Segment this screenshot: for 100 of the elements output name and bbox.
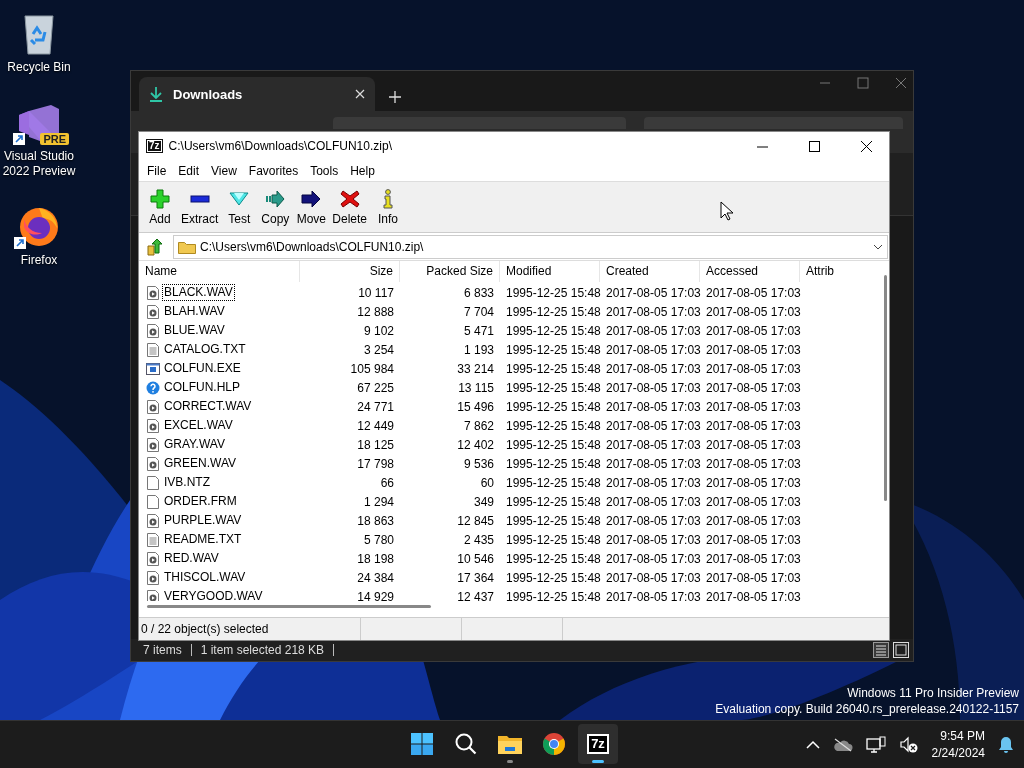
table-cell-text: 2017-08-05 17:03: [605, 399, 700, 414]
column-header[interactable]: Name: [139, 261, 300, 282]
table-cell-text: 2017-08-05 17:03: [605, 285, 700, 300]
volume-button[interactable]: [898, 735, 919, 754]
file-name[interactable]: EXCEL.WAV: [163, 418, 234, 433]
program-window-icon: [146, 361, 160, 376]
text-file-icon: [146, 342, 160, 357]
table-cell-text: 1995-12-25 15:48: [505, 399, 600, 414]
file-name[interactable]: CATALOG.TXT: [163, 342, 247, 357]
file-name[interactable]: README.TXT: [163, 532, 243, 547]
help-icon: [146, 380, 160, 395]
app-logo: 7z: [146, 139, 163, 153]
desktop-icon-label[interactable]: Visual Studio 2022 Preview: [1, 149, 77, 179]
file-name[interactable]: GREEN.WAV: [163, 456, 237, 471]
menu-item[interactable]: Help: [344, 163, 381, 178]
audio-file-icon: [146, 437, 160, 452]
file-name[interactable]: PURPLE.WAV: [163, 513, 243, 528]
clock-button[interactable]: 9:54 PM 2/24/2024: [931, 727, 985, 762]
file-name[interactable]: THISCOL.WAV: [163, 570, 247, 585]
info-button[interactable]: Info: [370, 188, 407, 226]
table-cell-text: 6 833: [462, 285, 495, 300]
file-name[interactable]: GRAY.WAV: [163, 437, 226, 452]
file-name[interactable]: BLACK.WAV: [163, 285, 234, 300]
menu-item[interactable]: View: [205, 163, 243, 178]
status-text: 1 item selected 218 KB: [200, 644, 335, 656]
table-cell-text: 18 198: [356, 551, 395, 566]
file-icon: [146, 494, 160, 509]
scrollbar-thumb[interactable]: [147, 605, 431, 608]
audio-file-icon: [146, 323, 160, 338]
audio-file-icon: [146, 285, 160, 300]
file-name[interactable]: BLUE.WAV: [163, 323, 226, 338]
menu-item[interactable]: Tools: [304, 163, 345, 178]
table-cell-text: 2017-08-05 17:03: [705, 456, 800, 471]
new-tab-button[interactable]: [389, 91, 401, 103]
table-cell-text: 1995-12-25 15:48: [505, 532, 600, 547]
add-button[interactable]: Add: [142, 188, 178, 226]
extract-button[interactable]: Extract: [178, 188, 222, 226]
table-cell-text: 2017-08-05 17:03: [705, 418, 800, 433]
table-cell-text: 66: [379, 475, 395, 490]
test-button[interactable]: Test: [221, 188, 258, 226]
file-name[interactable]: CORRECT.WAV: [163, 399, 253, 414]
table-cell-text: 67 225: [356, 380, 395, 395]
details-view-button[interactable]: [873, 642, 889, 658]
move-button[interactable]: Move: [293, 188, 330, 226]
desktop-icon-label[interactable]: Firefox: [1, 253, 77, 268]
close-tab-button[interactable]: [355, 89, 365, 99]
table-cell-text: 1995-12-25 15:48: [505, 437, 600, 452]
table-cell-text: 12 449: [356, 418, 395, 433]
table-cell-text: 18 863: [356, 513, 395, 528]
close-icon: [355, 89, 365, 99]
table-cell-text: 2017-08-05 17:03: [605, 304, 700, 319]
arrow-icon: [265, 188, 286, 209]
delete-button[interactable]: Delete: [329, 188, 371, 226]
file-name[interactable]: BLAH.WAV: [163, 304, 226, 319]
column-header[interactable]: Modified: [500, 261, 600, 282]
taskbar-app-button[interactable]: 7z: [578, 724, 618, 764]
audio-file-icon: [146, 304, 160, 319]
network-button[interactable]: [865, 735, 886, 754]
table-cell-text: 1995-12-25 15:48: [505, 285, 600, 300]
scrollbar-thumb[interactable]: [884, 275, 887, 501]
table-cell-text: 2017-08-05 17:03: [605, 323, 700, 338]
file-name[interactable]: COLFUN.EXE: [163, 361, 242, 376]
plus-icon: [150, 188, 170, 209]
speaker-muted-icon: [898, 735, 919, 754]
menu-item[interactable]: File: [141, 163, 173, 178]
file-name[interactable]: ORDER.FRM: [163, 494, 238, 509]
file-name[interactable]: COLFUN.HLP: [163, 380, 241, 395]
bell-icon: [998, 735, 1014, 754]
notifications-button[interactable]: [998, 735, 1014, 754]
table-cell-text: 2017-08-05 17:03: [705, 570, 800, 585]
cloud-button[interactable]: [832, 737, 853, 752]
tiles-view-button[interactable]: [893, 642, 909, 658]
table-cell-text: 9 536: [462, 456, 495, 471]
column-header[interactable]: Accessed: [700, 261, 800, 282]
table-cell-text: 12 402: [456, 437, 495, 452]
browser-icon: [542, 732, 566, 756]
file-name[interactable]: IVB.NTZ: [163, 475, 211, 490]
path-field[interactable]: C:\Users\vm6\Downloads\COLFUN10.zip\: [173, 234, 888, 259]
browser-tab[interactable]: Downloads: [139, 77, 375, 111]
table-cell-text: 2017-08-05 17:03: [705, 551, 800, 566]
maximize-icon: [808, 140, 820, 152]
close-button[interactable]: [895, 77, 907, 89]
copy-button[interactable]: Copy: [257, 188, 294, 226]
table-cell-text: 2017-08-05 17:03: [705, 513, 800, 528]
arrow-icon: [301, 188, 322, 209]
table-cell-text: 14 929: [356, 589, 395, 601]
file-name[interactable]: VERYGOOD.WAV: [163, 589, 264, 601]
column-header[interactable]: Packed Size: [400, 261, 500, 282]
table-cell-text: 2017-08-05 17:03: [705, 494, 800, 509]
table-cell-text: 2017-08-05 17:03: [705, 342, 800, 357]
column-header[interactable]: Size: [300, 261, 400, 282]
close-icon: [860, 140, 872, 152]
menu-item[interactable]: Favorites: [242, 163, 305, 178]
menu-item[interactable]: Edit: [172, 163, 206, 178]
table-cell-text: 1995-12-25 15:48: [505, 323, 600, 338]
file-name[interactable]: RED.WAV: [163, 551, 220, 566]
table-cell-text: 5 471: [462, 323, 495, 338]
desktop-icon-label[interactable]: Recycle Bin: [1, 60, 77, 75]
show-hidden-icons-button[interactable]: [805, 739, 820, 750]
column-header[interactable]: Created: [600, 261, 700, 282]
